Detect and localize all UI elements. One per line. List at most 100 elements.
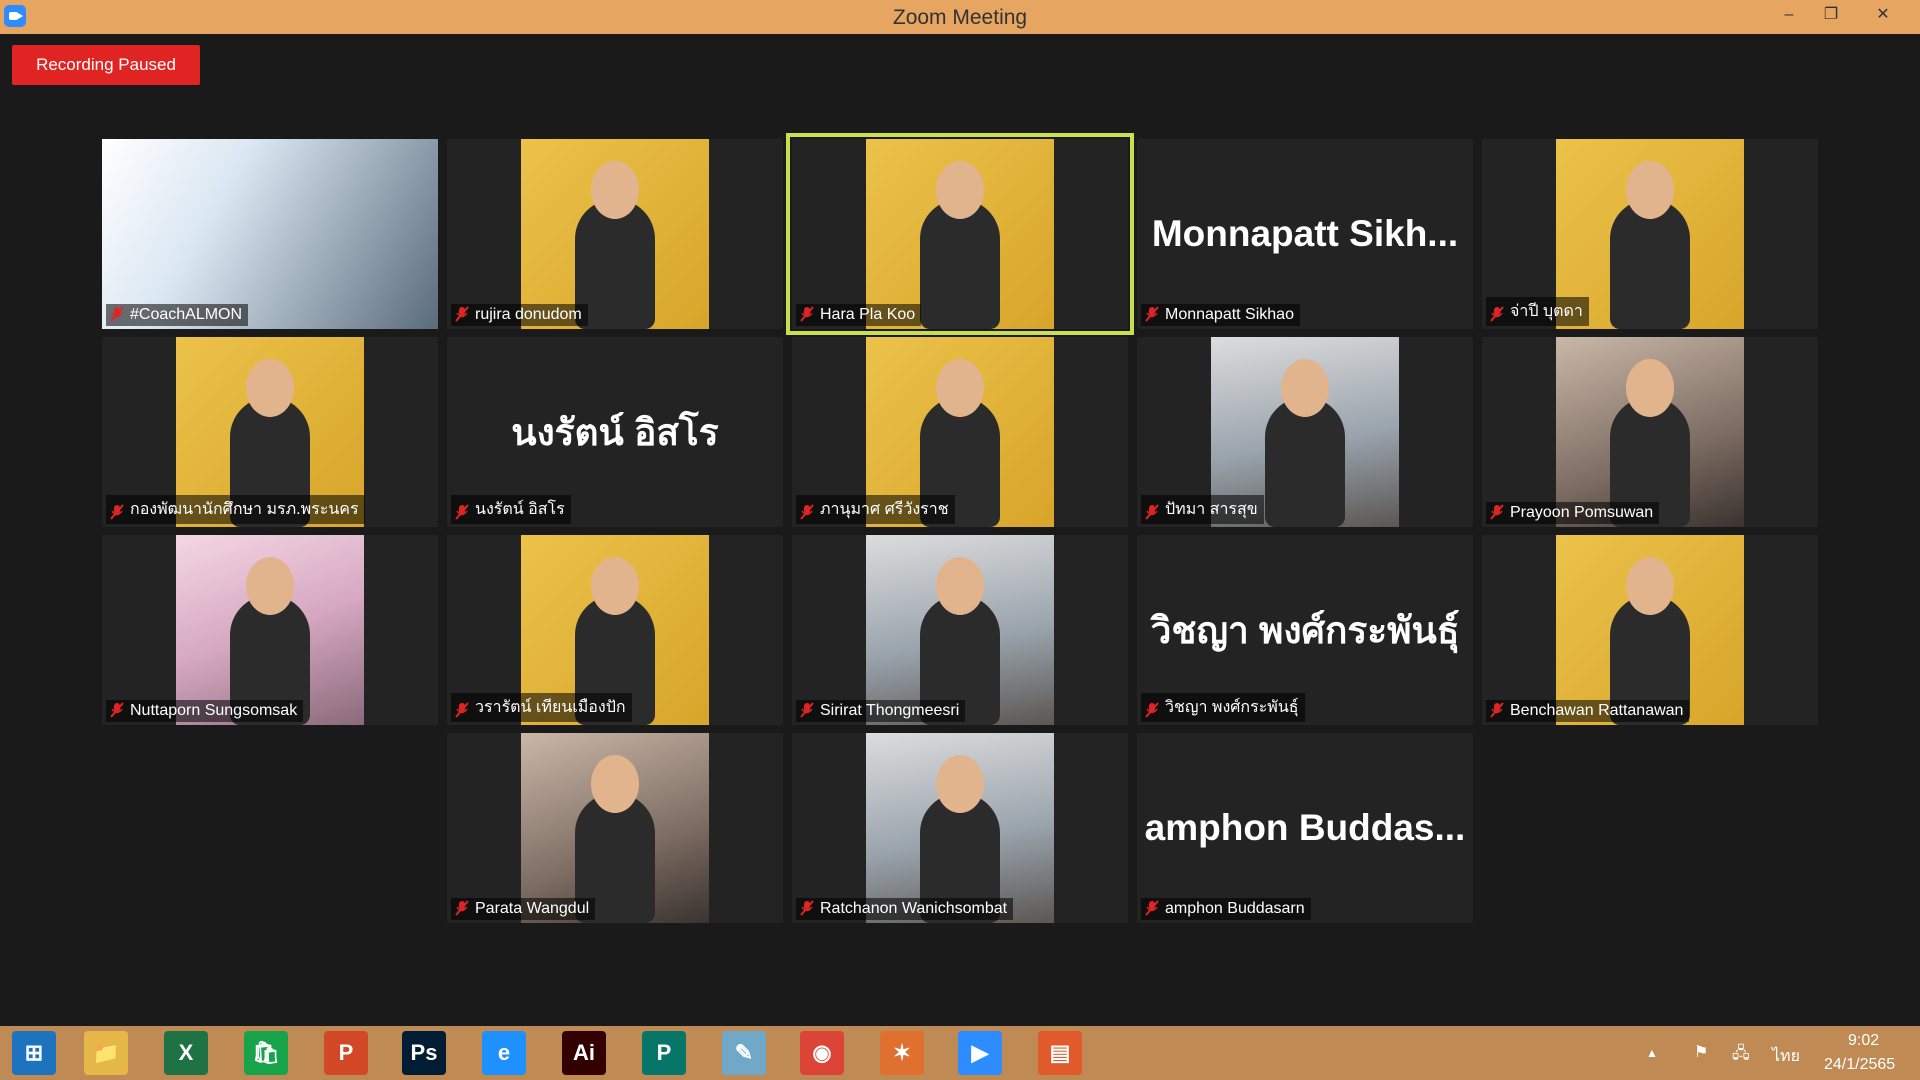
store-icon[interactable]: 🛍: [244, 1031, 288, 1075]
muted-mic-icon: [1145, 702, 1159, 718]
participant-name-label: Ratchanon Wanichsombat: [796, 898, 1014, 920]
muted-mic-icon: [800, 900, 814, 916]
person-head: [936, 359, 984, 417]
person-head: [591, 161, 639, 219]
person-head: [1626, 359, 1674, 417]
tray-overflow-icon[interactable]: ▲: [1646, 1046, 1658, 1060]
excel-icon[interactable]: X: [164, 1031, 208, 1075]
participant-name-label: amphon Buddasarn: [1141, 898, 1311, 920]
title-bar: Zoom Meeting – ❐ ✕: [0, 0, 1920, 34]
participant-name-label: ปัทมา สารสุข: [1141, 495, 1264, 524]
person-head: [1281, 359, 1329, 417]
participant-name-label: #CoachALMON: [106, 304, 249, 326]
participant-tile[interactable]: Monnapatt Sikh... Monnapatt Sikhao: [1137, 139, 1473, 329]
publisher-icon[interactable]: P: [642, 1031, 686, 1075]
participant-tile[interactable]: amphon Buddas... amphon Buddasarn: [1137, 733, 1473, 923]
powerpoint-icon[interactable]: P: [324, 1031, 368, 1075]
participant-video: [866, 733, 1054, 923]
person-head: [1626, 557, 1674, 615]
muted-mic-icon: [1490, 306, 1504, 322]
person-head: [936, 161, 984, 219]
network-icon[interactable]: 🖧: [1732, 1042, 1752, 1062]
internet-explorer-icon[interactable]: e: [482, 1031, 526, 1075]
muted-mic-icon: [110, 504, 124, 520]
window-title: Zoom Meeting: [892, 6, 1028, 29]
clock-time[interactable]: 9:02: [1848, 1032, 1879, 1050]
participant-tile[interactable]: #CoachALMON: [102, 139, 438, 329]
slides-icon[interactable]: ▤: [1038, 1031, 1082, 1075]
participant-tile[interactable]: จ่าปี บุตดา: [1482, 139, 1818, 329]
person-head: [936, 557, 984, 615]
muted-mic-icon: [1490, 504, 1504, 520]
photoshop-icon[interactable]: Ps: [402, 1031, 446, 1075]
app-icon[interactable]: ✶: [880, 1031, 924, 1075]
participant-tile[interactable]: Benchawan Rattanawan: [1482, 535, 1818, 725]
muted-mic-icon: [1145, 306, 1159, 322]
participant-video: [176, 535, 364, 725]
participant-name-label: Sirirat Thongmeesri: [796, 700, 966, 722]
windows-start-icon[interactable]: ⊞: [12, 1031, 56, 1075]
notes-icon[interactable]: ✎: [722, 1031, 766, 1075]
zoom-icon[interactable]: ▶: [958, 1031, 1002, 1075]
chrome-icon[interactable]: ◉: [800, 1031, 844, 1075]
participant-video: [521, 733, 709, 923]
close-button[interactable]: ✕: [1862, 0, 1904, 34]
participant-tile[interactable]: กองพัฒนานักศึกษา มรภ.พระนคร: [102, 337, 438, 527]
participant-tile[interactable]: Ratchanon Wanichsombat: [792, 733, 1128, 923]
participant-name-display: Monnapatt Sikh...: [1151, 213, 1459, 254]
participant-video: [102, 139, 438, 329]
participant-tile[interactable]: Hara Pla Koo: [786, 133, 1134, 335]
person-head: [591, 755, 639, 813]
muted-mic-icon: [800, 702, 814, 718]
person-head: [246, 359, 294, 417]
participant-tile[interactable]: Sirirat Thongmeesri: [792, 535, 1128, 725]
participant-video: [866, 139, 1054, 329]
participant-tile[interactable]: Prayoon Pomsuwan: [1482, 337, 1818, 527]
muted-mic-icon: [455, 702, 469, 718]
participant-tile[interactable]: ปัทมา สารสุข: [1137, 337, 1473, 527]
participant-tile[interactable]: rujira donudom: [447, 139, 783, 329]
participant-name-label: Prayoon Pomsuwan: [1486, 502, 1660, 524]
participant-tile[interactable]: นงรัตน์ อิสโร นงรัตน์ อิสโร: [447, 337, 783, 527]
participant-name-label: กองพัฒนานักศึกษา มรภ.พระนคร: [106, 495, 365, 524]
participant-name-label: วิชญา พงศ์กระพันธุ์: [1141, 693, 1305, 722]
minimize-button[interactable]: –: [1768, 0, 1810, 34]
participant-name-label: Parata Wangdul: [451, 898, 596, 920]
participant-tile[interactable]: วิชญา พงศ์กระพันธุ์ วิชญา พงศ์กระพันธุ์: [1137, 535, 1473, 725]
participant-name-label: Monnapatt Sikhao: [1141, 304, 1300, 326]
muted-mic-icon: [1145, 900, 1159, 916]
clock-date[interactable]: 24/1/2565: [1824, 1056, 1895, 1074]
muted-mic-icon: [455, 504, 469, 520]
participant-video: [1556, 337, 1744, 527]
muted-mic-icon: [800, 504, 814, 520]
participant-tile[interactable]: Nuttaporn Sungsomsak: [102, 535, 438, 725]
participant-name-label: วรารัตน์ เทียนเมืองปัก: [451, 693, 632, 722]
file-explorer-icon[interactable]: 📁: [84, 1031, 128, 1075]
participant-name-label: rujira donudom: [451, 304, 588, 326]
participant-video: [1556, 535, 1744, 725]
participant-name-label: Nuttaporn Sungsomsak: [106, 700, 304, 722]
muted-mic-icon: [1490, 702, 1504, 718]
muted-mic-icon: [455, 900, 469, 916]
participant-video: [866, 535, 1054, 725]
language-indicator[interactable]: ไทย: [1772, 1044, 1800, 1069]
action-center-flag-icon[interactable]: ⚑: [1694, 1042, 1714, 1062]
recording-paused-badge[interactable]: Recording Paused: [12, 45, 200, 85]
person-head: [591, 557, 639, 615]
person-head: [246, 557, 294, 615]
participant-tile[interactable]: วรารัตน์ เทียนเมืองปัก: [447, 535, 783, 725]
participant-tile[interactable]: ภานุมาศ ศรีวังราช: [792, 337, 1128, 527]
muted-mic-icon: [1145, 504, 1159, 520]
restore-button[interactable]: ❐: [1810, 0, 1852, 34]
muted-mic-icon: [800, 306, 814, 322]
participant-name-display: amphon Buddas...: [1144, 807, 1466, 848]
muted-mic-icon: [110, 306, 124, 322]
illustrator-icon[interactable]: Ai: [562, 1031, 606, 1075]
participant-tile[interactable]: Parata Wangdul: [447, 733, 783, 923]
participant-video: [521, 139, 709, 329]
muted-mic-icon: [455, 306, 469, 322]
participant-name-label: ภานุมาศ ศรีวังราช: [796, 495, 955, 524]
participant-name-label: Hara Pla Koo: [796, 304, 922, 326]
person-head: [1626, 161, 1674, 219]
muted-mic-icon: [110, 702, 124, 718]
